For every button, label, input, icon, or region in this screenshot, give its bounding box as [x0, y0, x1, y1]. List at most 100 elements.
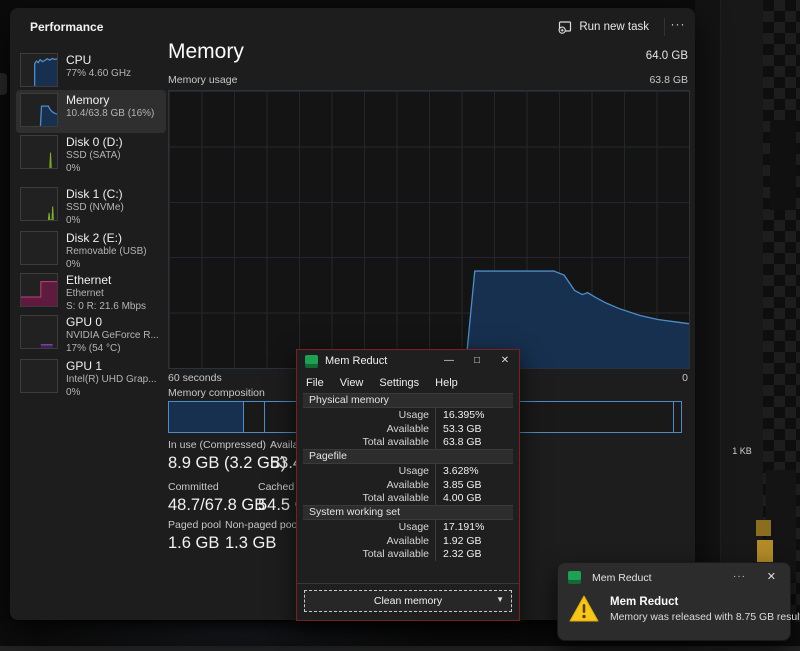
chevron-down-icon[interactable]: ▼ [496, 595, 504, 604]
memreduct-menubar: File View Settings Help [297, 372, 519, 393]
memreduct-titlebar[interactable]: Mem Reduct — □ ✕ [297, 350, 519, 372]
section-header-physical-memory: Physical memory [303, 393, 513, 408]
sidebar-item-title: GPU 1 [66, 359, 157, 373]
memory-total: 64.0 GB [646, 50, 688, 62]
composition-modified-divider [264, 402, 265, 432]
stat-row: Usage 3.628% [303, 464, 513, 478]
desktop-fragment [757, 540, 773, 563]
sidebar-item-title: CPU [66, 53, 131, 67]
stat-label: Paged pool [168, 519, 221, 531]
memory-composition-label: Memory composition [168, 387, 265, 399]
stat-row: Available 53.3 GB [303, 422, 513, 436]
stat-label: Committed [168, 481, 265, 493]
x-axis-left-label: 60 seconds [168, 372, 222, 384]
stat-value: 1.6 GB [168, 534, 221, 553]
row-value: 53.3 GB [435, 422, 513, 436]
row-value: 3.628% [435, 464, 513, 478]
composition-in-use-segment [169, 402, 244, 432]
desktop-fragment [756, 520, 771, 536]
sidebar-item-type: SSD (SATA) [66, 149, 123, 162]
toast-more-icon[interactable]: ··· [733, 571, 746, 582]
disk2-mini-graph [20, 231, 58, 265]
section-header-system-working-set: System working set [303, 505, 513, 520]
sidebar-item-stats: 17% (54 °C) [66, 342, 159, 355]
memreduct-stats: Physical memory Usage 16.395% Available … [303, 393, 513, 561]
memory-usage-area-chart [169, 91, 689, 368]
sidebar-item-stats: 0% [66, 162, 123, 175]
row-label: Usage [303, 409, 435, 421]
sidebar-item-type: NVIDIA GeForce R... [66, 329, 159, 342]
toast-header: Mem Reduct ··· ✕ [558, 563, 790, 589]
warning-icon [568, 594, 600, 624]
ethernet-mini-graph [20, 273, 58, 307]
gpu1-mini-graph [20, 359, 58, 393]
section-header-pagefile: Pagefile [303, 449, 513, 464]
memory-mini-graph [20, 93, 58, 127]
row-value: 2.32 GB [435, 548, 513, 562]
cpu-mini-graph [20, 53, 58, 87]
row-value: 4.00 GB [435, 491, 513, 505]
edge-handle [0, 73, 7, 95]
header-separator [664, 18, 665, 36]
menu-view[interactable]: View [340, 377, 364, 389]
stat-row: Available 1.92 GB [303, 534, 513, 548]
stat-value: 48.7/67.8 GB [168, 496, 265, 515]
disk0-mini-graph [20, 135, 58, 169]
sidebar-item-cpu[interactable]: CPU 77% 4.60 GHz [16, 50, 166, 91]
gpu0-mini-graph [20, 315, 58, 349]
sidebar-item-title: Disk 2 (E:) [66, 231, 147, 245]
menu-settings[interactable]: Settings [379, 377, 419, 389]
sidebar-item-stats: 77% 4.60 GHz [66, 67, 131, 80]
sidebar-item-type: SSD (NVMe) [66, 201, 124, 214]
sidebar-item-disk0[interactable]: Disk 0 (D:) SSD (SATA) 0% [16, 132, 166, 181]
sidebar-item-gpu0[interactable]: GPU 0 NVIDIA GeForce R... 17% (54 °C) [16, 312, 166, 359]
sidebar-item-type: Ethernet [66, 287, 146, 300]
button-separator [297, 583, 519, 584]
memory-usage-label: Memory usage [168, 74, 237, 86]
row-value: 1.92 GB [435, 534, 513, 548]
task-manager-titlebar[interactable]: Performance Run new task ··· [10, 8, 695, 46]
sidebar-item-title: Disk 1 (C:) [66, 187, 124, 201]
menu-help[interactable]: Help [435, 377, 458, 389]
run-new-task-button[interactable]: Run new task [548, 15, 659, 39]
more-options-icon[interactable]: ··· [667, 17, 689, 31]
sidebar-item-stats: 10.4/63.8 GB (16%) [66, 107, 154, 120]
row-value: 16.395% [435, 408, 513, 422]
stat-row: Usage 17.191% [303, 520, 513, 534]
desktop-band [695, 0, 721, 651]
notification-toast: Mem Reduct ··· ✕ Mem Reduct Memory was r… [557, 562, 791, 641]
stat-non-paged-pool: Non-paged pool 1.3 GB [225, 519, 300, 553]
x-axis-right-label: 0 [682, 372, 688, 384]
row-label: Usage [303, 465, 435, 477]
page-title: Performance [30, 20, 103, 34]
clean-memory-button[interactable]: Clean memory ▼ [304, 590, 512, 612]
menu-file[interactable]: File [306, 377, 324, 389]
minimize-button[interactable]: — [435, 350, 463, 372]
sidebar-item-disk1[interactable]: Disk 1 (C:) SSD (NVMe) 0% [16, 184, 166, 233]
row-label: Usage [303, 521, 435, 533]
memreduct-app-icon [568, 571, 581, 584]
screen: 1 KB Performance Run new task ··· [0, 0, 800, 651]
sidebar-item-memory[interactable]: Memory 10.4/63.8 GB (16%) [16, 90, 166, 133]
maximize-button[interactable]: □ [463, 350, 491, 372]
sidebar-item-gpu1[interactable]: GPU 1 Intel(R) UHD Grap... 0% [16, 356, 166, 403]
stat-value: 1.3 GB [225, 534, 300, 553]
stat-row: Total available 2.32 GB [303, 548, 513, 562]
stat-value: 8.9 GB (3.2 GB) [168, 454, 286, 473]
close-button[interactable]: ✕ [491, 350, 519, 372]
memreduct-app-icon [305, 355, 318, 368]
stat-row: Usage 16.395% [303, 408, 513, 422]
clean-memory-label: Clean memory [374, 595, 442, 607]
sidebar-item-ethernet[interactable]: Ethernet Ethernet S: 0 R: 21.6 Mbps [16, 270, 166, 317]
toast-app-name: Mem Reduct [592, 572, 652, 584]
row-value: 63.8 GB [435, 435, 513, 449]
composition-free-divider [673, 402, 674, 432]
run-new-task-label: Run new task [579, 21, 649, 33]
disk1-mini-graph [20, 187, 58, 221]
row-label: Total available [303, 492, 435, 504]
toast-message: Memory was released with 8.75 GB result. [610, 612, 800, 623]
stat-paged-pool: Paged pool 1.6 GB [168, 519, 221, 553]
toast-close-icon[interactable]: ✕ [767, 570, 776, 583]
memreduct-title: Mem Reduct [325, 355, 387, 367]
row-label: Available [303, 535, 435, 547]
